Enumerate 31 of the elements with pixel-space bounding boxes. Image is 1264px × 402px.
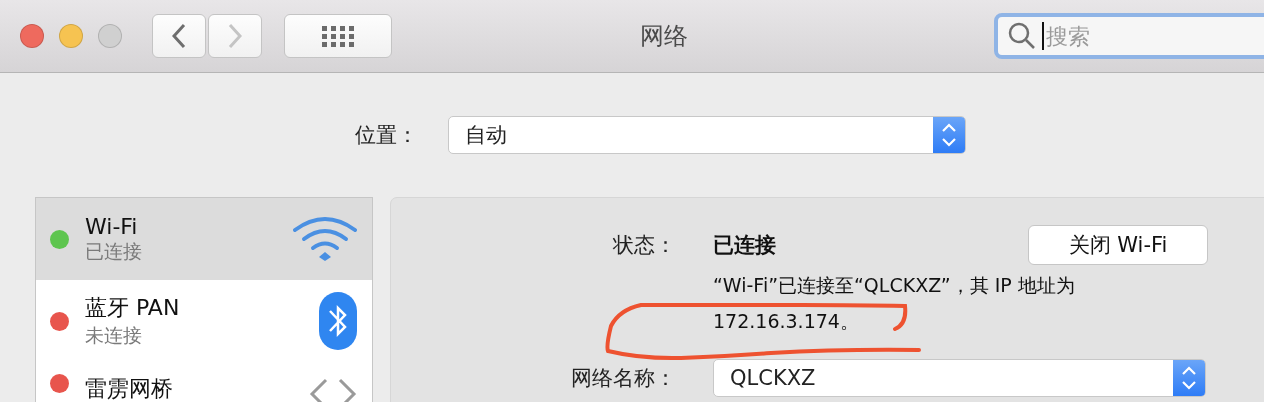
search-icon <box>1008 22 1036 50</box>
network-name-popup[interactable]: QLCKXZ <box>713 359 1206 397</box>
network-name-label: 网络名称： <box>571 365 676 392</box>
window-title: 网络 <box>639 21 689 52</box>
status-value: 已连接 <box>713 232 776 259</box>
wifi-icon <box>292 214 358 264</box>
service-name: 雷雳网桥 <box>85 375 174 402</box>
up-down-chevrons-icon <box>941 123 957 147</box>
connection-description: “Wi-Fi”已连接至“QLCKXZ”，其 IP 地址为 172.16.3.174。 <box>713 273 1076 334</box>
text-caret <box>1042 22 1044 50</box>
service-name: Wi-Fi <box>85 213 139 239</box>
up-down-chevrons-icon <box>1181 366 1197 390</box>
back-button[interactable] <box>152 14 206 58</box>
search-field[interactable]: 搜索 <box>994 13 1264 59</box>
forward-chevron-icon <box>228 23 242 49</box>
service-item[interactable]: Wi-Fi 已连接 <box>36 198 372 280</box>
location-popup[interactable]: 自动 <box>448 116 966 154</box>
service-status: 未连接 <box>85 323 143 348</box>
status-label: 状态： <box>613 232 676 259</box>
close-button[interactable] <box>20 24 44 48</box>
search-input[interactable]: 搜索 <box>1046 17 1264 55</box>
service-status: 已连接 <box>85 238 143 264</box>
service-name: 蓝牙 PAN <box>85 294 181 322</box>
turn-off-wifi-button[interactable]: 关闭 Wi-Fi <box>1028 225 1208 265</box>
grid-icon <box>322 25 354 47</box>
show-all-button[interactable] <box>284 14 392 58</box>
back-chevron-icon <box>172 23 186 49</box>
location-label: 位置： <box>355 122 418 149</box>
bluetooth-icon <box>318 291 358 351</box>
minimize-button[interactable] <box>59 24 83 48</box>
zoom-button[interactable] <box>98 24 122 48</box>
